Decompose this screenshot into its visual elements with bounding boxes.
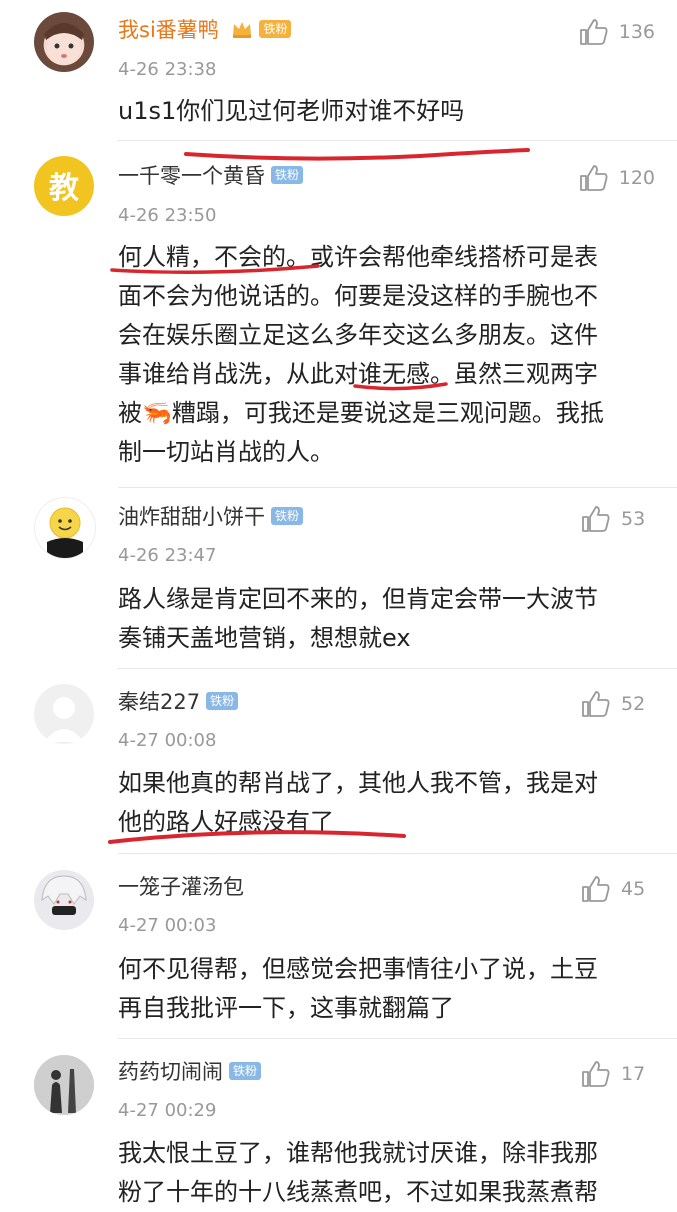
- like-count: 53: [621, 508, 646, 530]
- like-count: 52: [621, 693, 646, 715]
- comment-text: u1s1你们见过何老师对谁不好吗: [118, 97, 465, 125]
- crown-icon: [233, 22, 252, 38]
- comment-time: 4-26 23:47: [118, 545, 217, 566]
- comment-text: 如果他真的帮肖战了，其他人我不管，我是对 他的路人好感没有了: [118, 764, 648, 842]
- username[interactable]: 我si番薯鸭 铁粉: [118, 16, 292, 44]
- avatar-silhouette-icon: [34, 1055, 94, 1115]
- avatar[interactable]: [34, 684, 94, 744]
- text-line: 如果他真的帮肖战了，其他人我不管，我是对: [118, 769, 598, 797]
- username-text[interactable]: 油炸甜甜小饼干: [118, 505, 265, 529]
- text-line: 制一切站肖战的人。: [118, 438, 334, 466]
- text-line: 面不会为他说话的。何要是没这样的手腕也不: [118, 282, 598, 310]
- thumbs-up-icon[interactable]: [581, 505, 611, 533]
- avatar[interactable]: [34, 497, 96, 559]
- text-line: 再自我批评一下，这事就翻篇了: [118, 994, 454, 1022]
- text-line: 事谁给肖战洗，从此对谁无感。虽然三观两字: [118, 360, 598, 388]
- fan-badge[interactable]: 铁粉: [259, 20, 292, 38]
- username[interactable]: 药药切闹闹 铁粉: [118, 1058, 262, 1086]
- fan-badge[interactable]: 铁粉: [206, 692, 239, 710]
- avatar-face-icon: [44, 23, 84, 65]
- like-button[interactable]: 17: [581, 1060, 655, 1088]
- comment-time: 4-27 00:29: [118, 1100, 217, 1121]
- username-text[interactable]: 秦结227: [118, 690, 200, 714]
- thumbs-up-icon[interactable]: [581, 690, 611, 718]
- text-line: 何不见得帮，但感觉会把事情往小了说，土豆: [118, 955, 598, 983]
- avatar-label: 教: [49, 171, 79, 206]
- text-line: 路人缘是肯定回不来的，但肯定会带一大波节: [118, 585, 598, 613]
- text-line: 我太恨土豆了，谁帮他我就讨厌谁，除非我那: [118, 1139, 598, 1167]
- avatar[interactable]: 教: [34, 156, 94, 216]
- fan-badge[interactable]: 铁粉: [229, 1062, 262, 1080]
- like-count: 17: [621, 1063, 646, 1085]
- divider: [118, 853, 677, 854]
- username-text[interactable]: 药药切闹闹: [118, 1060, 223, 1084]
- avatar-default-icon: [44, 697, 84, 742]
- username[interactable]: 一笼子灌汤包: [118, 873, 244, 901]
- comment-time: 4-26 23:50: [118, 205, 217, 226]
- thumbs-up-icon[interactable]: [581, 1060, 611, 1088]
- comment-time: 4-26 23:38: [118, 59, 217, 80]
- fan-badge[interactable]: 铁粉: [271, 166, 304, 184]
- text-line: 粉了十年的十八线蒸煮吧，不过如果我蒸煮帮: [118, 1178, 598, 1206]
- like-count: 136: [618, 21, 655, 43]
- username[interactable]: 一千零一个黄昏 铁粉: [118, 162, 304, 190]
- avatar-smiley-icon: [47, 507, 83, 558]
- comment-text: 路人缘是肯定回不来的，但肯定会带一大波节 奏铺天盖地营销，想想就ex: [118, 580, 648, 658]
- text-line: 会在娱乐圈立足这么多年交这么多朋友。这件: [118, 321, 598, 349]
- username[interactable]: 秦结227 铁粉: [118, 688, 239, 716]
- like-button[interactable]: 120: [579, 164, 655, 192]
- comment-time: 4-27 00:08: [118, 730, 217, 751]
- avatar[interactable]: [34, 870, 94, 930]
- avatar[interactable]: [34, 12, 94, 72]
- like-button[interactable]: 53: [581, 505, 655, 533]
- avatar[interactable]: [34, 1055, 94, 1115]
- like-count: 45: [621, 878, 646, 900]
- username-text[interactable]: 我si番薯鸭: [118, 18, 219, 42]
- comment-text: 何人精，不会的。或许会帮他牵线搭桥可是表 面不会为他说话的。何要是没这样的手腕也…: [118, 238, 648, 472]
- underline-mark: [184, 148, 530, 161]
- thumbs-up-icon[interactable]: [581, 875, 611, 903]
- like-button[interactable]: 45: [581, 875, 655, 903]
- avatar-anime-icon: [41, 875, 87, 915]
- username-text[interactable]: 一笼子灌汤包: [118, 875, 244, 899]
- divider: [118, 1038, 677, 1039]
- comment-time: 4-27 00:03: [118, 915, 217, 936]
- text-line: 何人精，不会的。或许会帮他牵线搭桥可是表: [118, 243, 598, 271]
- username[interactable]: 油炸甜甜小饼干 铁粉: [118, 503, 304, 531]
- divider: [118, 140, 677, 141]
- text-line: 被🦐糟蹋，可我还是要说这是三观问题。我抵: [118, 399, 604, 427]
- divider: [118, 487, 677, 488]
- divider: [118, 668, 677, 669]
- fan-badge[interactable]: 铁粉: [271, 507, 304, 525]
- comment-text: 何不见得帮，但感觉会把事情往小了说，土豆 再自我批评一下，这事就翻篇了: [118, 950, 648, 1028]
- comment-text: 我太恨土豆了，谁帮他我就讨厌谁，除非我那 粉了十年的十八线蒸煮吧，不过如果我蒸煮…: [118, 1134, 648, 1212]
- thumbs-up-icon[interactable]: [579, 164, 609, 192]
- like-count: 120: [618, 167, 655, 189]
- like-button[interactable]: 52: [581, 690, 655, 718]
- like-button[interactable]: 136: [579, 18, 655, 46]
- thumbs-up-icon[interactable]: [579, 18, 609, 46]
- text-line: 他的路人好感没有了: [118, 808, 334, 836]
- text-line: 奏铺天盖地营销，想想就ex: [118, 624, 411, 652]
- username-text[interactable]: 一千零一个黄昏: [118, 164, 265, 188]
- avatar-teach-icon: 教: [49, 171, 79, 206]
